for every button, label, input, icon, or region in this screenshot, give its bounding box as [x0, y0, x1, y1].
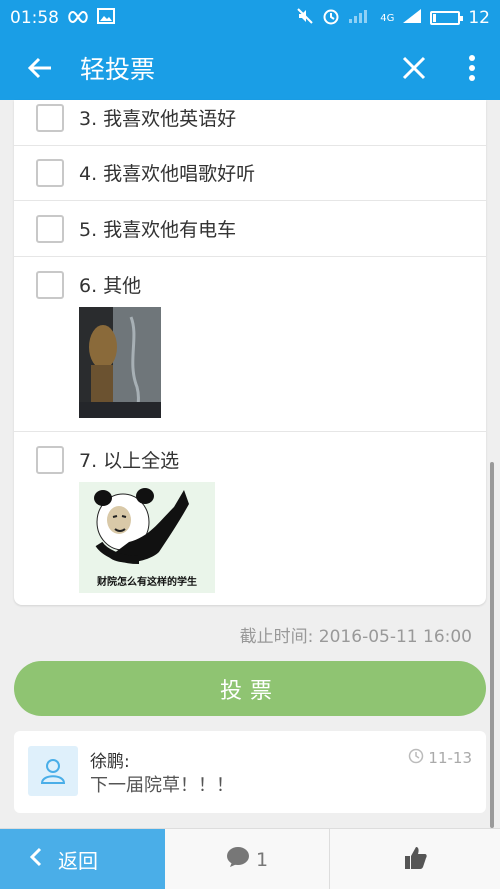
scrollbar[interactable] [490, 462, 494, 828]
comment-count-button[interactable]: 1 [165, 829, 330, 889]
clock-icon [408, 748, 424, 768]
network-type: 4G [380, 12, 395, 24]
comment-text: 下一届院草！！！ [90, 775, 234, 796]
vote-option[interactable]: 3. 我喜欢他英语好 [14, 100, 486, 146]
close-icon[interactable] [384, 36, 444, 100]
vote-option[interactable]: 4. 我喜欢他唱歌好听 [14, 146, 486, 201]
app-bar: 轻投票 [0, 36, 500, 100]
comment-item: 徐鹏: 下一届院草！！！ 11-13 [14, 731, 486, 813]
comment-time-value: 11-13 [428, 749, 472, 767]
comment-bubble-icon [226, 846, 250, 873]
panda-meme-image[interactable]: 财院怎么有这样的学生 [79, 482, 215, 593]
signal-icon [348, 8, 372, 29]
option-label: 6. 其他 [79, 275, 142, 297]
comment-count: 1 [255, 848, 269, 871]
vote-options-card: 3. 我喜欢他英语好 4. 我喜欢他唱歌好听 5. 我喜欢他有电车 6. 其他 … [14, 100, 486, 605]
thumbs-up-icon [402, 845, 428, 875]
comment-time: 11-13 [408, 748, 472, 768]
avatar[interactable] [28, 746, 78, 796]
more-vertical-icon[interactable] [444, 36, 500, 100]
option-checkbox[interactable] [36, 104, 64, 132]
battery-icon [430, 11, 464, 25]
battery-fill [433, 14, 437, 22]
chevron-left-icon [29, 847, 42, 872]
option-label: 5. 我喜欢他有电车 [79, 219, 237, 241]
option-checkbox[interactable] [36, 271, 64, 299]
vote-option[interactable]: 6. 其他 [14, 257, 486, 432]
vote-button[interactable]: 投票 [14, 661, 486, 716]
image-icon [97, 7, 115, 29]
battery-level: 12 [468, 8, 490, 28]
option-checkbox[interactable] [36, 159, 64, 187]
meme-caption: 财院怎么有这样的学生 [97, 577, 197, 588]
infinity-icon [67, 8, 89, 28]
bottom-bar: 返回 1 [0, 828, 500, 889]
option-checkbox[interactable] [36, 215, 64, 243]
vote-option[interactable]: 5. 我喜欢他有电车 [14, 201, 486, 257]
back-arrow-icon[interactable] [0, 36, 80, 100]
option-label: 4. 我喜欢他唱歌好听 [79, 163, 256, 185]
option-label: 7. 以上全选 [79, 450, 180, 472]
status-time: 01:58 [10, 8, 59, 28]
like-button[interactable] [330, 829, 500, 889]
comment-author: 徐鹏: [90, 752, 130, 772]
back-button-label: 返回 [58, 849, 98, 873]
photo-thumbnail[interactable] [79, 307, 161, 418]
mute-icon [296, 7, 314, 30]
signal-icon [402, 8, 422, 29]
deadline-text: 截止时间: 2016-05-11 16:00 [239, 627, 472, 647]
vote-option[interactable]: 7. 以上全选 财院怎么有这样的学生 [14, 432, 486, 605]
option-checkbox[interactable] [36, 446, 64, 474]
back-button[interactable]: 返回 [0, 829, 165, 889]
alarm-icon [322, 7, 340, 30]
page-title: 轻投票 [80, 55, 156, 84]
status-bar: 01:58 4G 12 [0, 0, 500, 36]
option-label: 3. 我喜欢他英语好 [79, 108, 237, 130]
